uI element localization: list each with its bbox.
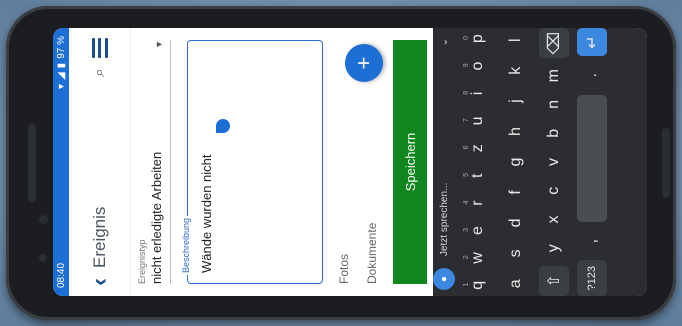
chevron-down-icon[interactable]: ⌄ [439, 38, 450, 46]
search-icon[interactable]: ⌕ [91, 68, 109, 77]
back-icon[interactable]: ‹ [86, 278, 114, 286]
battery-level: 97 % [55, 36, 67, 59]
enter-key[interactable]: ↵ [577, 28, 607, 56]
wifi-icon: ▾ [55, 84, 67, 90]
sensor [39, 254, 47, 262]
key-e[interactable]: e3 [463, 220, 493, 241]
key-l[interactable]: l [501, 28, 531, 52]
comma-key[interactable]: , [577, 228, 607, 255]
status-icons: ▾ ◢ ▮ 97 % [56, 36, 67, 89]
key-p[interactable]: p0 [463, 28, 493, 49]
event-type-label: Ereignistyp [137, 239, 147, 284]
key-c[interactable]: c [539, 179, 569, 202]
key-a[interactable]: a [501, 272, 531, 296]
signal-icon: ◢ [55, 72, 67, 81]
keyboard-row-2: a s d f g h j k l [501, 28, 531, 296]
symbols-key[interactable]: ?123 [577, 260, 607, 296]
photos-label[interactable]: Fotos [337, 40, 351, 284]
speaker-grille [28, 124, 36, 202]
event-type-select[interactable]: nicht erledigte Arbeiten ▼ [147, 40, 171, 284]
backspace-icon: ⌫ [546, 31, 563, 55]
key-m[interactable]: m [539, 64, 569, 87]
key-n[interactable]: n [539, 93, 569, 116]
keyboard-row-4: ?123 , . ↵ [577, 28, 607, 296]
keyboard-toolbar: ● Jetzt sprechen... ⌄ [433, 28, 455, 296]
add-button[interactable]: + [345, 44, 383, 82]
save-button[interactable]: Speichern [393, 40, 427, 284]
key-i[interactable]: i8 [463, 83, 493, 104]
voice-prompt: Jetzt sprechen... [438, 182, 450, 256]
key-d[interactable]: d [501, 211, 531, 235]
battery-icon: ▮ [55, 62, 67, 69]
shift-key[interactable]: ⇧ [539, 265, 569, 296]
key-z[interactable]: z6 [463, 138, 493, 159]
status-time: 08:40 [55, 262, 67, 288]
key-s[interactable]: s [501, 241, 531, 265]
key-h[interactable]: h [501, 119, 531, 143]
key-k[interactable]: k [501, 58, 531, 82]
app-screen: 08:40 ▾ ◢ ▮ 97 % ‹ Ereignis ⌕ Ereignisty… [53, 28, 647, 296]
space-key[interactable] [577, 94, 607, 222]
event-form: Ereignistyp nicht erledigte Arbeiten ▼ B… [131, 28, 431, 296]
text-cursor-handle[interactable] [216, 119, 230, 133]
front-camera [39, 215, 48, 224]
chevron-down-icon: ▼ [154, 40, 164, 49]
key-t[interactable]: t5 [463, 165, 493, 186]
menu-icon[interactable] [91, 38, 108, 58]
key-v[interactable]: v [539, 151, 569, 174]
key-w[interactable]: w2 [463, 247, 493, 268]
backspace-key[interactable]: ⌫ [539, 28, 569, 59]
key-b[interactable]: b [539, 122, 569, 145]
period-key[interactable]: . [577, 62, 607, 89]
keyboard-row-1: q1 w2 e3 r4 t5 z6 u7 i8 o9 p0 [463, 28, 493, 296]
page-title: Ereignis [89, 206, 109, 268]
description-label: Beschreibung [181, 215, 191, 275]
status-bar: 08:40 ▾ ◢ ▮ 97 % [53, 28, 69, 296]
on-screen-keyboard: ● Jetzt sprechen... ⌄ q1 w2 e3 r4 t5 z6 … [433, 28, 647, 296]
key-f[interactable]: f [501, 180, 531, 204]
key-g[interactable]: g [501, 150, 531, 174]
home-indicator [662, 128, 670, 198]
shift-icon: ⇧ [546, 274, 563, 288]
key-u[interactable]: u7 [463, 110, 493, 131]
key-x[interactable]: x [539, 208, 569, 231]
key-y[interactable]: y [539, 237, 569, 260]
keyboard-row-3: ⇧ y x c v b n m ⌫ [539, 28, 569, 296]
microphone-icon[interactable]: ● [433, 268, 455, 290]
key-o[interactable]: o9 [463, 55, 493, 76]
description-value: Wände wurden nicht [199, 154, 214, 273]
event-type-value: nicht erledigte Arbeiten [149, 151, 164, 284]
description-field[interactable]: Beschreibung Wände wurden nicht [181, 40, 323, 284]
app-bar: ‹ Ereignis ⌕ [69, 28, 131, 296]
enter-icon: ↵ [584, 35, 601, 49]
key-q[interactable]: q1 [463, 275, 493, 296]
key-j[interactable]: j [501, 89, 531, 113]
key-r[interactable]: r4 [463, 192, 493, 213]
